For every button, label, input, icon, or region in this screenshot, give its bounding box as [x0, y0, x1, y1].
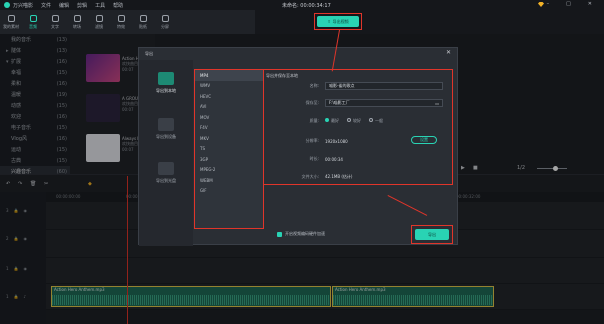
highlight-box — [314, 13, 362, 30]
transition-icon — [73, 14, 81, 22]
tab-audio[interactable]: 音频 — [22, 10, 44, 34]
target-device[interactable]: 导出到设备 — [147, 118, 185, 140]
app-name: 万兴喵影 — [13, 2, 34, 9]
disc-icon — [158, 162, 174, 175]
highlight-box — [411, 225, 453, 244]
text-icon — [51, 14, 59, 22]
effects-icon — [117, 14, 125, 22]
sticker-icon — [139, 14, 147, 22]
project-title: 未命名: 00:00:34:17 — [282, 3, 331, 9]
phone-icon — [158, 118, 174, 131]
menu-file[interactable]: 文件 — [41, 2, 51, 9]
folder-icon — [7, 14, 15, 22]
menu-clip[interactable]: 剪辑 — [77, 2, 87, 9]
asset-toolbar: 我的素材 音频 文字 转场 滤镜 特效 贴纸 分屏 — [0, 10, 255, 34]
close-icon[interactable]: ✕ — [446, 49, 451, 56]
monitor-icon — [158, 72, 174, 85]
target-disc[interactable]: 导出到光盘 — [147, 162, 185, 184]
close-window-icon[interactable]: ✕ — [588, 1, 592, 7]
tab-transition[interactable]: 转场 — [66, 10, 88, 34]
tab-filter[interactable]: 滤镜 — [88, 10, 110, 34]
minimize-icon[interactable]: – — [547, 1, 550, 7]
app-logo-icon — [4, 2, 10, 8]
export-dialog: 导出 ✕ 导出到本地 导出到设备 导出到光盘 MP4 WMV HEVC AVI MOV F… — [138, 47, 458, 246]
target-local[interactable]: 导出到本地 — [147, 72, 185, 94]
filter-icon — [95, 14, 103, 22]
menu-edit[interactable]: 编辑 — [59, 2, 69, 9]
menu-help[interactable]: 帮助 — [113, 2, 123, 9]
highlight-box — [263, 69, 453, 185]
highlight-box — [194, 69, 264, 229]
tab-text[interactable]: 文字 — [44, 10, 66, 34]
export-target-list: 导出到本地 导出到设备 导出到光盘 — [139, 60, 193, 246]
premium-gem-icon[interactable] — [538, 2, 544, 7]
tab-splitscreen[interactable]: 分屏 — [154, 10, 176, 34]
music-icon — [29, 14, 37, 22]
preview-topbar: ⇪ 导出视频 — [255, 10, 604, 34]
menu-tools[interactable]: 工具 — [95, 2, 105, 9]
checkbox-icon — [277, 231, 282, 237]
splitscreen-icon — [161, 14, 169, 22]
dialog-title: 导出 — [145, 51, 153, 56]
tab-sticker[interactable]: 贴纸 — [132, 10, 154, 34]
gpu-accel-checkbox[interactable]: 开启视频编码硬件加速 — [277, 231, 325, 237]
menu-bar: 万兴喵影 文件 编辑 剪辑 工具 帮助 未命名: 00:00:34:17 – □… — [0, 0, 604, 10]
maximize-icon[interactable]: □ — [566, 1, 571, 7]
tab-effects[interactable]: 特效 — [110, 10, 132, 34]
tab-my-media[interactable]: 我的素材 — [0, 10, 22, 34]
